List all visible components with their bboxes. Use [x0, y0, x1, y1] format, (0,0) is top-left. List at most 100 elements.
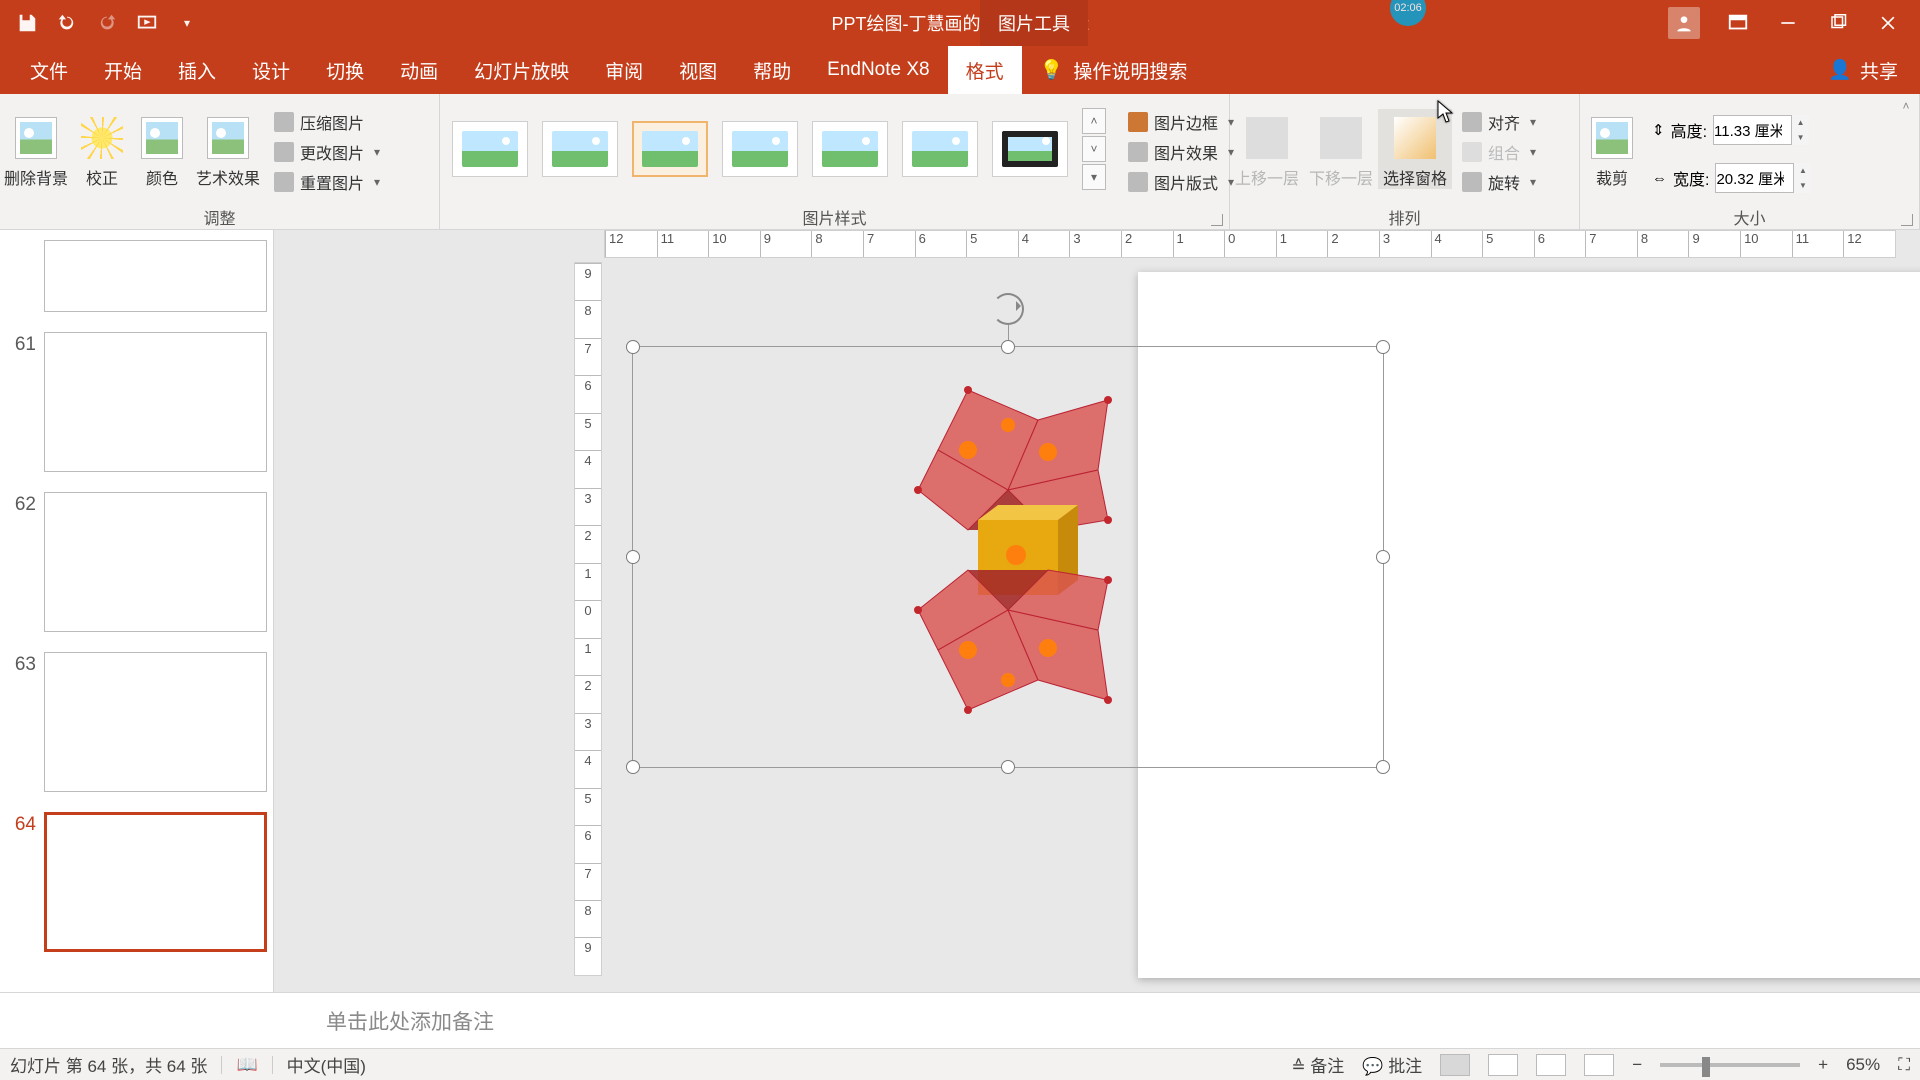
tab-endnote[interactable]: EndNote X8	[809, 46, 947, 94]
tab-file[interactable]: 文件	[12, 46, 86, 94]
chevron-down-icon: ▾	[1530, 175, 1536, 189]
picture-border-button[interactable]: 图片边框▾	[1118, 107, 1244, 137]
redo-icon[interactable]	[96, 12, 118, 34]
gallery-up-icon[interactable]: ˄	[1082, 108, 1106, 134]
resize-handle-s[interactable]	[1001, 760, 1015, 774]
resize-handle-e[interactable]	[1376, 550, 1390, 564]
spin-up-icon[interactable]: ▲	[1793, 163, 1811, 178]
comments-toggle[interactable]: 💬 批注	[1362, 1052, 1422, 1077]
picture-effects-button[interactable]: 图片效果▾	[1118, 137, 1244, 167]
style-item-4[interactable]	[722, 121, 798, 177]
tab-review[interactable]: 审阅	[587, 46, 661, 94]
slideshow-view-button[interactable]	[1584, 1054, 1614, 1076]
style-item-5[interactable]	[812, 121, 888, 177]
account-avatar[interactable]	[1668, 7, 1700, 39]
tab-transitions[interactable]: 切换	[308, 46, 382, 94]
style-item-3[interactable]	[632, 121, 708, 177]
color-icon	[141, 117, 183, 159]
ribbon-display-icon[interactable]	[1726, 11, 1750, 35]
thumbnail-prev[interactable]	[0, 230, 273, 322]
spin-down-icon[interactable]: ▼	[1793, 178, 1811, 193]
zoom-in-icon[interactable]: +	[1818, 1055, 1828, 1075]
tab-insert[interactable]: 插入	[160, 46, 234, 94]
color-button[interactable]: 颜色	[132, 109, 192, 189]
layout-icon	[1128, 172, 1148, 192]
effects-icon	[1128, 142, 1148, 162]
tell-me[interactable]: 💡 操作说明搜索	[1040, 57, 1188, 84]
tab-slideshow[interactable]: 幻灯片放映	[456, 46, 587, 94]
picture-layout-button[interactable]: 图片版式▾	[1118, 167, 1244, 197]
resize-handle-se[interactable]	[1376, 760, 1390, 774]
qat-more-icon[interactable]: ▾	[176, 12, 198, 34]
dialog-launcher-icon[interactable]	[1901, 214, 1913, 226]
style-item-2[interactable]	[542, 121, 618, 177]
tab-home[interactable]: 开始	[86, 46, 160, 94]
selection-pane-button[interactable]: 选择窗格	[1378, 109, 1452, 189]
reset-picture-button[interactable]: 重置图片▾	[264, 167, 390, 197]
forward-label: 上移一层	[1235, 165, 1299, 189]
zoom-level[interactable]: 65%	[1846, 1055, 1880, 1075]
notes-pane[interactable]: 单击此处添加备注	[0, 992, 1920, 1048]
zoom-out-icon[interactable]: −	[1632, 1055, 1642, 1075]
notes-toggle[interactable]: ≙ 备注	[1291, 1052, 1344, 1077]
change-picture-button[interactable]: 更改图片▾	[264, 137, 390, 167]
resize-handle-sw[interactable]	[626, 760, 640, 774]
reading-view-button[interactable]	[1536, 1054, 1566, 1076]
style-item-6[interactable]	[902, 121, 978, 177]
collapse-ribbon-icon[interactable]: ˄	[1898, 98, 1914, 114]
save-icon[interactable]	[16, 12, 38, 34]
ribbon-tabs: 文件 开始 插入 设计 切换 动画 幻灯片放映 审阅 视图 帮助 EndNote…	[0, 46, 1920, 94]
height-icon: ⇕	[1652, 121, 1665, 139]
bring-forward-button[interactable]: 上移一层	[1230, 109, 1304, 189]
fit-to-window-icon[interactable]: ⛶	[1898, 1055, 1910, 1075]
resize-handle-w[interactable]	[626, 550, 640, 564]
tab-help[interactable]: 帮助	[735, 46, 809, 94]
style-item-1[interactable]	[452, 121, 528, 177]
group-button[interactable]: 组合▾	[1452, 137, 1546, 167]
crystal-image[interactable]	[898, 380, 1138, 720]
normal-view-button[interactable]	[1440, 1054, 1470, 1076]
gallery-more-icon[interactable]: ▾	[1082, 164, 1106, 190]
artistic-label: 艺术效果	[196, 165, 260, 189]
share-button[interactable]: 👤 共享	[1828, 57, 1920, 84]
rotate-handle[interactable]	[992, 293, 1024, 325]
resize-handle-ne[interactable]	[1376, 340, 1390, 354]
undo-icon[interactable]	[56, 12, 78, 34]
maximize-icon[interactable]	[1826, 11, 1850, 35]
spin-up-icon[interactable]: ▲	[1791, 115, 1809, 130]
canvas-area[interactable]	[608, 266, 1892, 976]
workspace: 61 62 63 64 1211109876543210123456789101…	[0, 230, 1920, 992]
tab-format[interactable]: 格式	[948, 46, 1022, 94]
rotate-button[interactable]: 旋转▾	[1452, 167, 1546, 197]
corrections-button[interactable]: 校正	[72, 109, 132, 189]
remove-background-button[interactable]: 删除背景	[0, 109, 72, 189]
sorter-view-button[interactable]	[1488, 1054, 1518, 1076]
crop-button[interactable]: 裁剪	[1580, 109, 1644, 189]
tab-view[interactable]: 视图	[661, 46, 735, 94]
dialog-launcher-icon[interactable]	[1211, 214, 1223, 226]
thumbnail-62[interactable]: 62	[0, 482, 273, 642]
thumbnail-64[interactable]: 64	[0, 802, 273, 962]
resize-handle-n[interactable]	[1001, 340, 1015, 354]
minimize-icon[interactable]	[1776, 11, 1800, 35]
gallery-down-icon[interactable]: ˅	[1082, 136, 1106, 162]
zoom-slider[interactable]	[1660, 1063, 1800, 1067]
style-item-7[interactable]	[992, 121, 1068, 177]
start-from-beginning-icon[interactable]	[136, 12, 158, 34]
change-icon	[274, 142, 294, 162]
spellcheck-icon[interactable]: 📖	[236, 1055, 257, 1075]
send-backward-button[interactable]: 下移一层	[1304, 109, 1378, 189]
align-button[interactable]: 对齐▾	[1452, 107, 1546, 137]
spin-down-icon[interactable]: ▼	[1791, 130, 1809, 145]
thumbnail-63[interactable]: 63	[0, 642, 273, 802]
slide-thumbnails[interactable]: 61 62 63 64	[0, 230, 274, 992]
close-icon[interactable]	[1876, 11, 1900, 35]
resize-handle-nw[interactable]	[626, 340, 640, 354]
thumbnail-61[interactable]: 61	[0, 322, 273, 482]
tab-animations[interactable]: 动画	[382, 46, 456, 94]
artistic-effects-button[interactable]: 艺术效果	[192, 109, 264, 189]
language-status[interactable]: 中文(中国)	[287, 1052, 366, 1077]
compress-pictures-button[interactable]: 压缩图片	[264, 107, 390, 137]
tab-design[interactable]: 设计	[234, 46, 308, 94]
chevron-down-icon: ▾	[1530, 145, 1536, 159]
